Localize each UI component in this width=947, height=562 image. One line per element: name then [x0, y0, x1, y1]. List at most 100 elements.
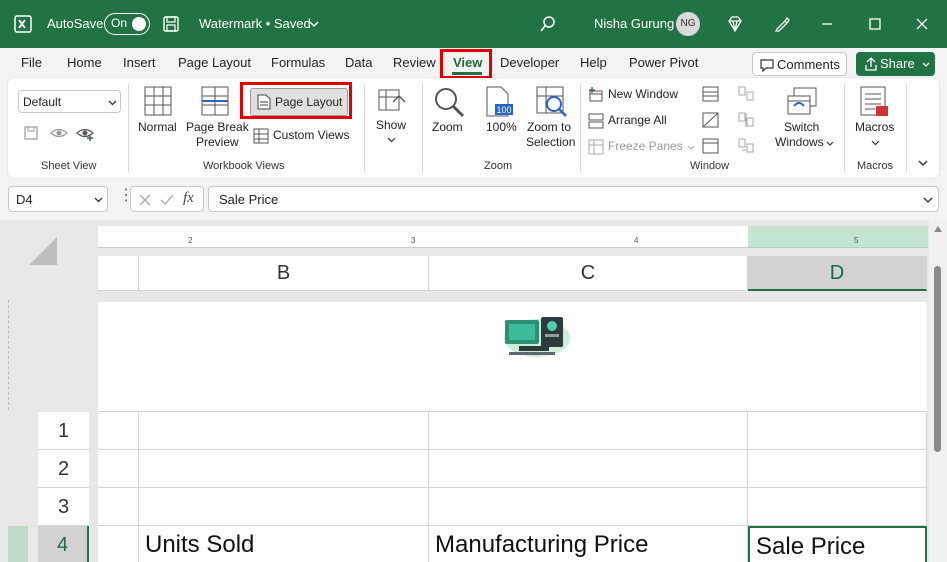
tab-data[interactable]: Data [345, 48, 372, 78]
workbook-views-group-label: Workbook Views [203, 160, 285, 172]
tab-insert[interactable]: Insert [123, 48, 156, 78]
view-side-by-side-icon[interactable] [738, 86, 755, 102]
cell-d2[interactable] [748, 450, 927, 488]
zoom-100-icon: 100 [486, 86, 513, 117]
normal-view-icon [144, 86, 172, 116]
cell-c1[interactable] [429, 412, 748, 450]
select-all-button[interactable] [28, 236, 58, 266]
cell-a3[interactable] [98, 488, 139, 526]
row-header-2[interactable]: 2 [38, 450, 89, 488]
column-header-a[interactable] [98, 256, 139, 291]
column-header-d[interactable]: D [748, 256, 927, 291]
synchronous-scrolling-icon[interactable] [738, 112, 755, 128]
normal-view-button[interactable]: Normal [138, 84, 181, 144]
cell-b3[interactable] [139, 488, 429, 526]
share-icon [865, 57, 877, 71]
minimize-icon[interactable] [818, 15, 836, 33]
cell-b1[interactable] [139, 412, 429, 450]
keep-view-icon[interactable] [23, 125, 39, 141]
zoom-button[interactable]: Zoom [430, 84, 470, 144]
collapse-ribbon-icon[interactable] [917, 158, 929, 168]
show-button[interactable]: Show [372, 84, 412, 156]
name-box[interactable]: D4 [8, 186, 108, 212]
diamond-icon[interactable] [726, 15, 744, 33]
cell-c3[interactable] [429, 488, 748, 526]
formula-input[interactable]: Sale Price [208, 186, 939, 212]
header-area[interactable] [98, 302, 927, 412]
new-window-button[interactable]: New Window [588, 86, 698, 104]
macros-label: Macros [855, 120, 895, 134]
maximize-icon[interactable] [866, 15, 884, 33]
cell-a1[interactable] [98, 412, 139, 450]
cell-d4[interactable]: Sale Price [748, 526, 927, 562]
view-tab-highlight [440, 49, 492, 79]
arrange-all-button[interactable]: Arrange All [588, 112, 698, 130]
share-label: Share [880, 56, 915, 71]
enter-icon[interactable] [160, 193, 174, 207]
cell-a4[interactable] [98, 526, 139, 562]
cell-c4[interactable]: Manufacturing Price [429, 526, 748, 562]
macros-button[interactable]: Macros [850, 84, 900, 156]
vertical-scrollbar[interactable] [929, 220, 947, 562]
cancel-icon[interactable] [138, 193, 152, 207]
pen-icon[interactable] [773, 15, 791, 33]
tab-power-pivot[interactable]: Power Pivot [629, 48, 698, 78]
sheet-view-dropdown[interactable]: Default [18, 90, 121, 113]
tab-help[interactable]: Help [580, 48, 607, 78]
custom-views-button[interactable]: Custom Views [253, 127, 353, 145]
arrange-all-icon [588, 113, 604, 129]
comments-label: Comments [777, 57, 840, 72]
cell-c2[interactable] [429, 450, 748, 488]
svg-text:100: 100 [496, 105, 511, 115]
search-icon[interactable] [539, 15, 557, 33]
row-header-1[interactable]: 1 [38, 412, 89, 450]
close-icon[interactable] [913, 15, 931, 33]
zoom-100-button[interactable]: 100 100% [478, 84, 518, 144]
hide-window-icon[interactable] [702, 112, 719, 128]
tab-home[interactable]: Home [67, 48, 102, 78]
separator [422, 84, 423, 172]
row-header-3[interactable]: 3 [38, 488, 89, 526]
autosave-toggle[interactable]: On [104, 13, 150, 35]
zoom-selection-label-2: Selection [526, 135, 576, 149]
reset-window-position-icon[interactable] [738, 138, 755, 154]
switch-windows-button[interactable]: Switch Windows [770, 84, 834, 156]
share-button[interactable]: Share [856, 52, 935, 76]
tab-formulas[interactable]: Formulas [271, 48, 325, 78]
chevron-down-icon[interactable] [309, 19, 319, 29]
freeze-panes-icon [588, 139, 604, 155]
exit-view-icon[interactable] [50, 125, 68, 141]
comments-button[interactable]: Comments [752, 52, 847, 76]
cell-b2[interactable] [139, 450, 429, 488]
scroll-up-icon[interactable] [934, 226, 942, 232]
ribbon-panel: Default Sheet View Normal Page Break Pre… [8, 78, 939, 178]
cell-a2[interactable] [98, 450, 139, 488]
unhide-window-icon[interactable] [702, 138, 719, 154]
new-view-icon[interactable] [76, 125, 94, 141]
name-box-value: D4 [16, 192, 33, 207]
avatar[interactable]: NG [676, 12, 700, 36]
vertical-ruler-highlight [8, 526, 28, 562]
split-icon[interactable] [702, 86, 719, 102]
page-break-label-2: Preview [196, 135, 239, 149]
zoom-to-selection-button[interactable]: Zoom to Selection [522, 84, 586, 156]
expand-formula-bar-icon[interactable] [923, 196, 933, 204]
tab-developer[interactable]: Developer [500, 48, 559, 78]
cell-d3[interactable] [748, 488, 927, 526]
tab-page-layout[interactable]: Page Layout [178, 48, 251, 78]
page-break-preview-button[interactable]: Page Break Preview [186, 84, 249, 156]
insert-function-icon[interactable]: fx [183, 191, 194, 206]
macros-icon [860, 86, 888, 116]
scrollbar-thumb[interactable] [934, 266, 941, 452]
tab-review[interactable]: Review [393, 48, 436, 78]
save-icon[interactable] [162, 15, 180, 33]
cell-d1[interactable] [748, 412, 927, 450]
column-header-b[interactable]: B [139, 256, 429, 291]
tab-file[interactable]: File [21, 48, 42, 78]
row-header-4[interactable]: 4 [38, 526, 89, 562]
column-header-c[interactable]: C [429, 256, 748, 291]
document-title[interactable]: Watermark • Saved [199, 0, 311, 48]
freeze-panes-button[interactable]: Freeze Panes [588, 138, 698, 156]
show-icon [378, 89, 406, 111]
cell-b4[interactable]: Units Sold [139, 526, 429, 562]
